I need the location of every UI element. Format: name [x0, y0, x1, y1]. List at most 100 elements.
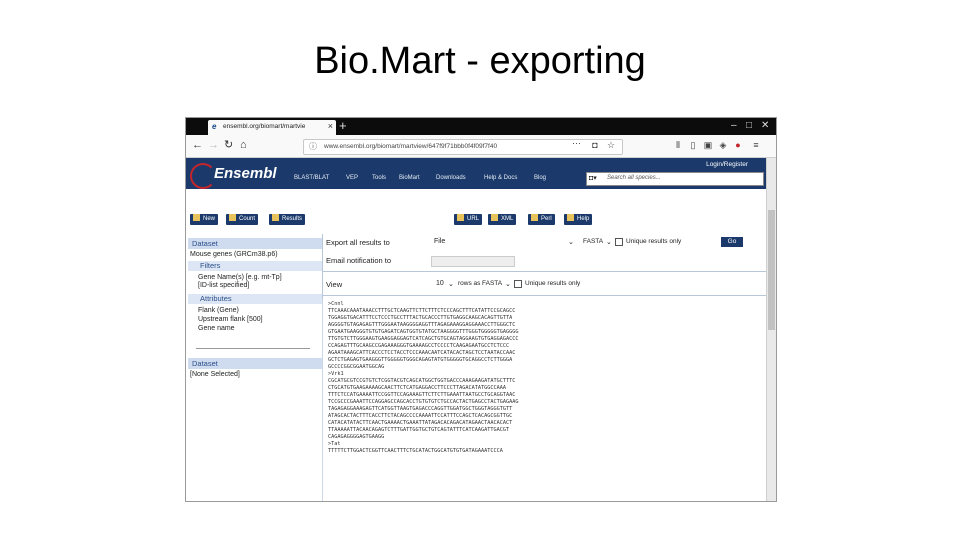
browser-tab-bar: e ensembl.org/biomart/martvie × + – □ ✕	[186, 118, 776, 135]
info-icon[interactable]: ⓘ	[309, 141, 317, 152]
nav-downloads[interactable]: Downloads	[436, 175, 466, 181]
view-label: View	[326, 280, 343, 289]
export-format-select[interactable]: FASTA	[583, 238, 603, 245]
export-target-select[interactable]: File	[434, 238, 445, 245]
results-panel: >Cnnl TTCAAACAAATAAACCTTTGCTCAAGTTCTTCTT…	[322, 299, 767, 501]
minimize-button[interactable]: –	[731, 118, 737, 134]
count-button[interactable]: Count	[226, 214, 259, 225]
bookmark-star-icon[interactable]: ☆	[606, 140, 616, 151]
url-label: URL	[467, 216, 480, 222]
biomart-toolbar: New Count Results URL XML Perl Help	[186, 212, 766, 229]
seq-line: TTGTGTCTTGGGAAGTGAAGGAGGAGTCATCAGCTGTGCA…	[328, 336, 519, 342]
filter-gene-names[interactable]: Gene Name(s) [e.g. mt-Tp]	[198, 274, 282, 282]
nav-tools[interactable]: Tools	[372, 175, 386, 181]
seq-line: >Cnnl	[328, 301, 344, 307]
email-label: Email notification to	[326, 256, 392, 265]
new-tab-icon[interactable]: +	[339, 118, 347, 134]
rows-select[interactable]: 10	[436, 280, 444, 287]
species-select-icon[interactable]: ◘▾	[589, 174, 597, 182]
slide-title: Bio.Mart - exporting	[314, 40, 646, 82]
results-button[interactable]: Results	[269, 214, 306, 225]
perl-icon	[531, 214, 538, 221]
dataset2-value[interactable]: [None Selected]	[190, 371, 240, 379]
view-format-select[interactable]: FASTA	[482, 280, 502, 287]
export-unique-checkbox[interactable]	[615, 238, 623, 246]
rows-chevron-icon[interactable]: ⌄	[448, 280, 454, 288]
seq-line: TTTTTCTTGGACTCGGTTCAACTTTCTGCATACTGGCATG…	[328, 448, 503, 454]
dataset-value[interactable]: Mouse genes (GRCm38.p6)	[190, 251, 278, 259]
view-unique-checkbox[interactable]	[514, 280, 522, 288]
filters-header[interactable]: Filters	[188, 261, 322, 271]
login-register-link[interactable]: Login/Register	[706, 161, 748, 168]
xml-button[interactable]: XML	[488, 214, 517, 225]
seq-line: CATACATATACTTCAACTGAAAACTGAAATTATAGACACA…	[328, 420, 513, 426]
seq-line: CAGAGAGGGGAGTGAAGG	[328, 434, 385, 440]
xml-label: XML	[501, 216, 514, 222]
dataset-header[interactable]: Dataset	[188, 238, 322, 249]
ensembl-search-box[interactable]: ◘▾ Search all species...	[586, 172, 764, 186]
seq-line: GCTCTGAGAGTGAAGGGTTGGGGGTGGGCAGAGTATGTGG…	[328, 357, 513, 363]
adblock-icon[interactable]: ●	[733, 140, 743, 151]
perl-label: Perl	[541, 216, 552, 222]
attribute-flank-gene[interactable]: Flank (Gene)	[198, 307, 239, 315]
page-actions-icon[interactable]: ···	[572, 138, 581, 148]
seq-line: TTCAAACAAATAAACCTTTGCTCAAGTTCTTCTTTCTCCC…	[328, 308, 516, 314]
back-icon[interactable]: ←	[192, 139, 203, 152]
url-button[interactable]: URL	[454, 214, 483, 225]
dataset2-header[interactable]: Dataset	[188, 358, 322, 369]
seq-line: GTGAATGAAGGGTGTGTGAGATCAGTGGTGTATGCTAAGG…	[328, 329, 519, 335]
filter-id-list[interactable]: [ID-list specified]	[198, 282, 249, 290]
seq-line: TTAAAAATTACAACAGAGTCTTTGATTGGTGCTGTCAGTA…	[328, 427, 510, 433]
home-icon[interactable]: ⌂	[240, 139, 247, 152]
browser-tab[interactable]: e ensembl.org/biomart/martvie ×	[208, 120, 336, 135]
maximize-button[interactable]: □	[746, 118, 752, 134]
results-divider	[322, 295, 766, 296]
view-format-chevron-icon[interactable]: ⌄	[505, 280, 511, 288]
nav-blast[interactable]: BLAST/BLAT	[294, 175, 329, 181]
close-tab-icon[interactable]: ×	[328, 121, 333, 131]
menu-icon[interactable]: ≡	[751, 140, 761, 151]
attribute-upstream-flank[interactable]: Upstream flank [500]	[198, 316, 263, 324]
view-divider	[322, 271, 766, 272]
nav-biomart[interactable]: BioMart	[399, 175, 420, 181]
perl-button[interactable]: Perl	[528, 214, 555, 225]
seq-line: TTTCTCCATGAAAATTCCGGTTCCAGAAAGTTCTTCTTGA…	[328, 392, 516, 398]
email-field[interactable]	[431, 256, 515, 267]
biomart-left-panel: Dataset Mouse genes (GRCm38.p6) Filters …	[186, 234, 323, 402]
help-button[interactable]: Help	[564, 214, 593, 225]
nav-help-docs[interactable]: Help & Docs	[484, 175, 517, 181]
ensembl-favicon-icon: e	[212, 122, 217, 131]
attributes-header[interactable]: Attributes	[188, 294, 322, 304]
forward-icon[interactable]: →	[208, 139, 219, 152]
count-icon	[229, 214, 236, 221]
search-input[interactable]: Search all species...	[607, 175, 661, 181]
tab-title: ensembl.org/biomart/martvie	[223, 123, 306, 130]
seq-line: AGGGGTGTAGAGAGTTTGGGAATAAGGGGAGGTTTAGAGA…	[328, 322, 516, 328]
new-button[interactable]: New	[190, 214, 219, 225]
sidebar-icon[interactable]: ▯	[688, 140, 698, 151]
scrollbar-thumb[interactable]	[768, 210, 775, 330]
help-icon	[567, 214, 574, 221]
view-unique-label: Unique results only	[525, 280, 581, 287]
library-icon[interactable]: ⫴	[673, 140, 683, 151]
seq-line: GCCCCGGCGGAATGGCAG	[328, 364, 385, 370]
extension-icon[interactable]: ◈	[718, 140, 728, 151]
reload-icon[interactable]: ↻	[224, 139, 233, 152]
seq-line: >Vrk1	[328, 371, 344, 377]
help-label: Help	[577, 216, 590, 222]
url-text[interactable]: www.ensembl.org/biomart/martview/647f9f7…	[324, 143, 497, 150]
ensembl-logo-text[interactable]: Ensembl	[214, 165, 277, 182]
attribute-gene-name[interactable]: Gene name	[198, 325, 235, 333]
pocket-icon[interactable]: ◘	[590, 140, 600, 151]
left-divider	[196, 348, 310, 349]
seq-line: CTGCATGTGAAGAAAAGCAACTTCTCATGAGGACCTTCCC…	[328, 385, 507, 391]
screenshot-icon[interactable]: ▣	[703, 140, 713, 151]
nav-blog[interactable]: Blog	[534, 175, 546, 181]
close-window-button[interactable]: ✕	[761, 118, 769, 134]
format-chevron-icon[interactable]: ⌄	[606, 238, 612, 246]
seq-line: TAGAGAGGAAAGAGTTCATGGTTAAGTGAGACCCAGGTTG…	[328, 406, 513, 412]
export-target-chevron-icon[interactable]: ⌄	[568, 238, 574, 246]
go-button[interactable]: Go	[721, 237, 743, 247]
page-scrollbar[interactable]	[766, 158, 776, 501]
nav-vep[interactable]: VEP	[346, 175, 358, 181]
